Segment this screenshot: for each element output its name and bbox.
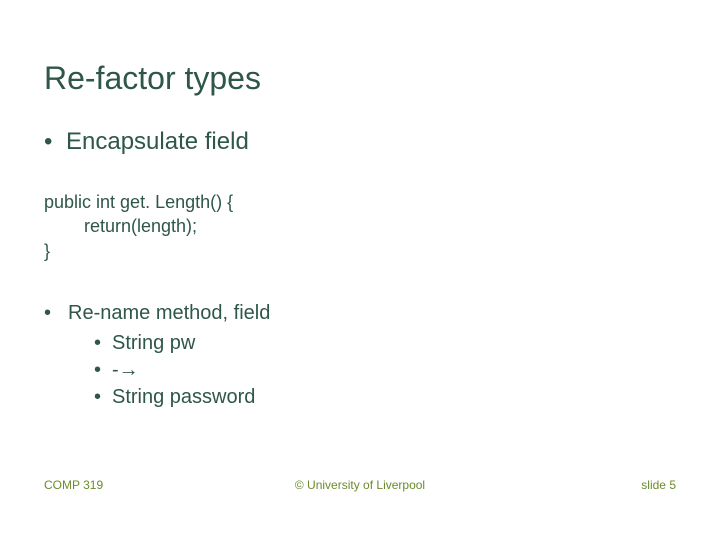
slide-title: Re-factor types — [44, 60, 261, 97]
sub-bullet-text: String pw — [112, 332, 195, 354]
slide: Re-factor types •Encapsulate field publi… — [0, 0, 720, 540]
code-line: public int get. Length() { — [44, 190, 233, 214]
bullet-2: •Re-name method, field — [44, 302, 270, 325]
footer-slide-num: 5 — [669, 478, 676, 492]
bullet-dot-icon: • — [94, 357, 112, 384]
footer-slide-number: slide 5 — [641, 478, 676, 492]
sub-bullet: •-→ — [94, 357, 255, 384]
bullet-2-text: Re-name method, field — [68, 302, 270, 324]
sub-bullet: •String pw — [94, 330, 255, 357]
bullet-dot-icon: • — [44, 302, 68, 325]
footer-slide-prefix: slide — [641, 478, 669, 492]
sub-bullet: •String password — [94, 384, 255, 411]
footer-copyright: © University of Liverpool — [0, 478, 720, 492]
bullet-1-text: Encapsulate field — [66, 128, 249, 155]
sub-bullet-list: •String pw •-→ •String password — [94, 330, 255, 411]
code-line: } — [44, 239, 233, 263]
code-block: public int get. Length() { return(length… — [44, 190, 233, 263]
sub-bullet-text: -→ — [112, 359, 139, 381]
bullet-dot-icon: • — [94, 330, 112, 357]
bullet-dot-icon: • — [44, 128, 66, 156]
sub-bullet-text: String password — [112, 386, 255, 408]
code-line: return(length); — [44, 214, 233, 238]
bullet-dot-icon: • — [94, 384, 112, 411]
bullet-1: •Encapsulate field — [44, 128, 249, 156]
